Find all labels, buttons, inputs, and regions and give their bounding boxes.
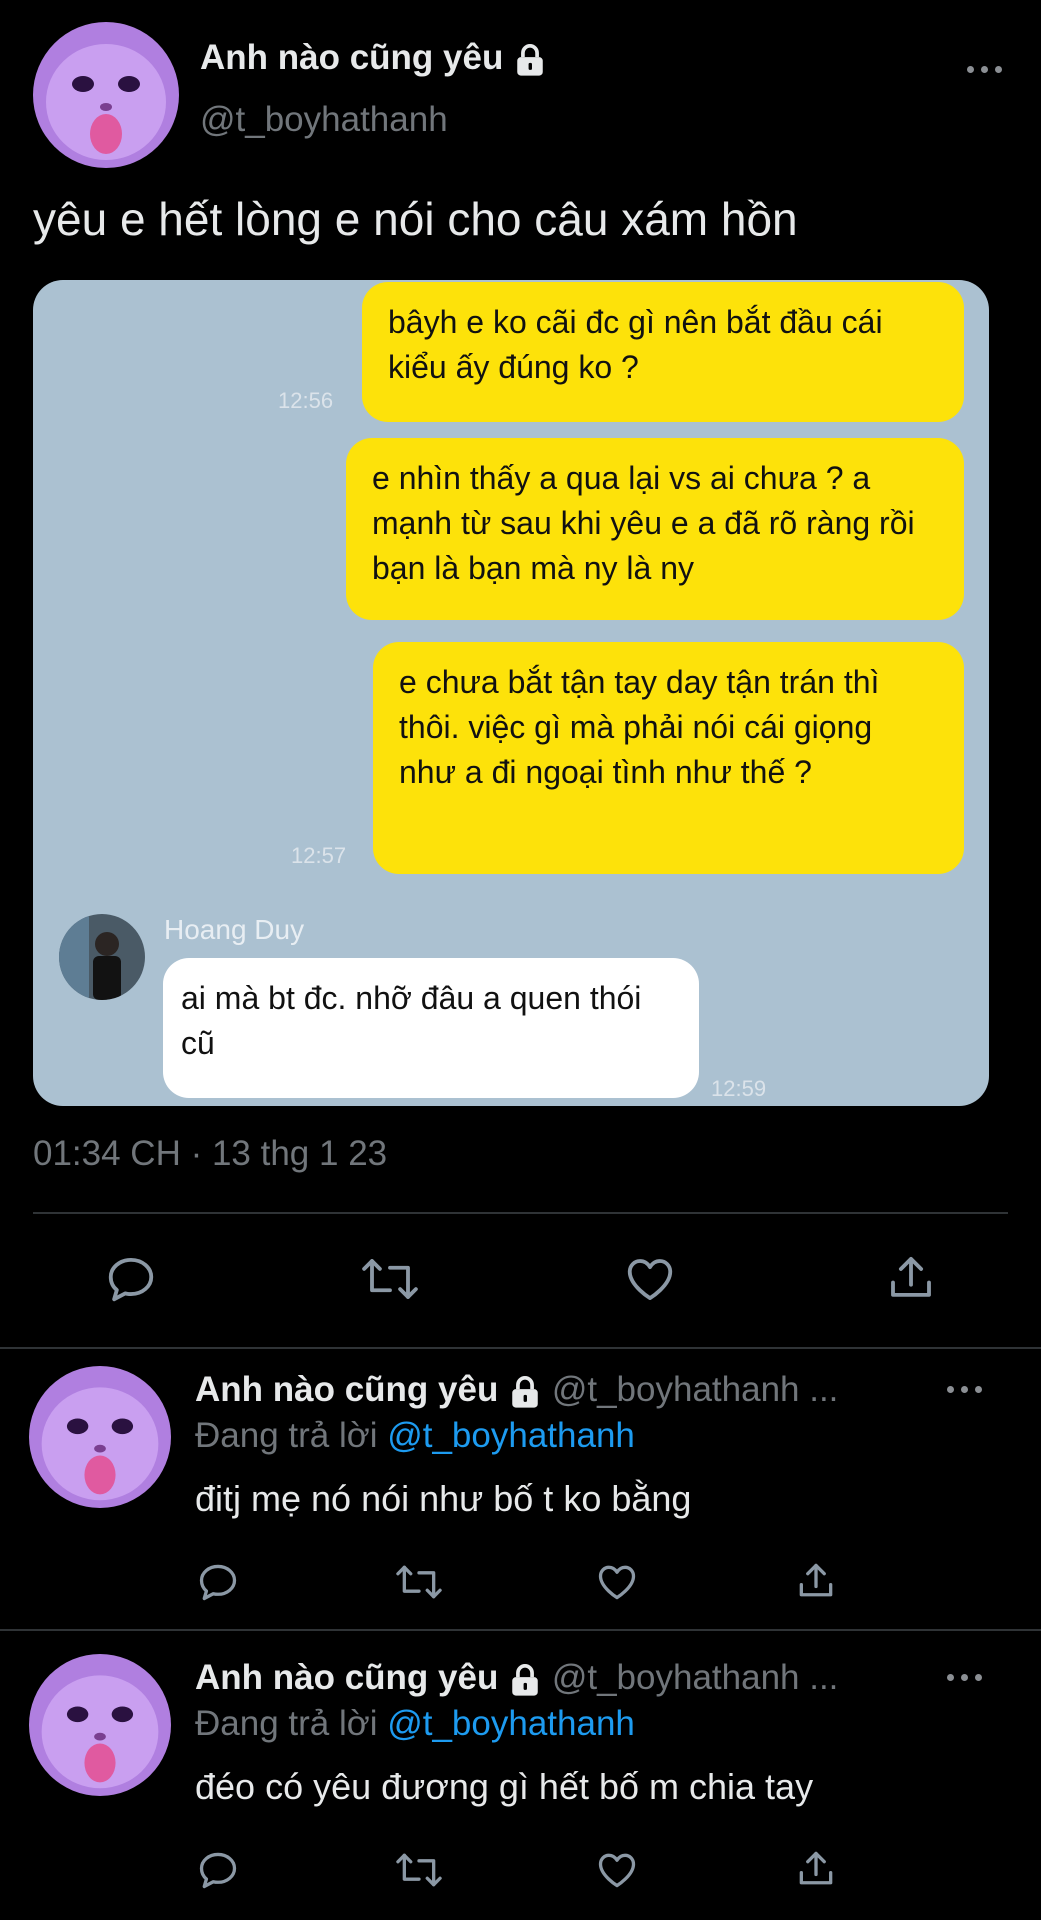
reply-display-name: Anh nào cũng yêu [195,1370,499,1409]
reply-header: Anh nào cũng yêu @t_boyhathanh ... [195,1658,838,1698]
divider [0,1629,1041,1631]
tweet-text: yêu e hết lòng e nói cho câu xám hồn [33,193,798,245]
reply-avatar[interactable] [29,1366,171,1508]
retweet-icon[interactable] [394,1848,444,1892]
replying-to: Đang trả lời @t_boyhathanh [195,1416,635,1456]
replying-to: Đang trả lời @t_boyhathanh [195,1704,635,1744]
chat-screenshot[interactable]: 12:56 bâyh e ko cãi đc gì nên bắt đầu cá… [33,280,989,1106]
reply-display-name: Anh nào cũng yêu [195,1658,499,1697]
share-icon[interactable] [794,1558,838,1604]
like-icon[interactable] [622,1252,678,1306]
message-time: 12:57 [291,843,347,868]
replying-to-link[interactable]: @t_boyhathanh [387,1704,635,1743]
cat-avatar-image [29,1654,171,1796]
lock-icon [517,43,543,76]
divider [0,1347,1041,1349]
cat-avatar-image [33,22,179,168]
cat-avatar-image [29,1366,171,1508]
more-icon[interactable] [947,1386,982,1393]
contact-avatar [59,914,145,1000]
replying-label: Đang trả lời [195,1416,378,1455]
reply-icon[interactable] [104,1252,158,1306]
outgoing-message: e chưa bắt tận tay day tận trán thì thôi… [373,642,964,874]
more-icon[interactable] [947,1674,982,1681]
tweet-timestamp[interactable]: 01:34 CH · 13 thg 1 23 [33,1134,387,1174]
contact-avatar-image [59,914,145,1000]
reply-icon[interactable] [196,1848,240,1892]
like-icon[interactable] [594,1848,640,1892]
reply-text: đéo có yêu đương gì hết bố m chia tay [195,1766,814,1807]
more-icon[interactable] [967,66,1002,73]
lock-icon [512,1375,538,1408]
share-icon[interactable] [884,1250,938,1306]
reply-header: Anh nào cũng yêu @t_boyhathanh ... [195,1370,838,1410]
author-display-name: Anh nào cũng yêu [200,38,504,77]
incoming-message: ai mà bt đc. nhỡ đâu a quen thói cũ [163,958,699,1098]
retweet-icon[interactable] [394,1560,444,1604]
reply-handle[interactable]: @t_boyhathanh ... [552,1658,839,1697]
outgoing-message: bâyh e ko cãi đc gì nên bắt đầu cái kiểu… [362,282,964,422]
like-icon[interactable] [594,1560,640,1604]
reply-avatar[interactable] [29,1654,171,1796]
divider [33,1212,1008,1214]
lock-icon [512,1663,538,1696]
reply-text: đitj mẹ nó nói như bố t ko bằng [195,1478,692,1519]
message-time: 12:59 [711,1076,767,1101]
contact-name: Hoang Duy [164,914,305,945]
reply-icon[interactable] [196,1560,240,1604]
author-avatar[interactable] [33,22,179,168]
reply-handle[interactable]: @t_boyhathanh ... [552,1370,839,1409]
retweet-icon[interactable] [360,1252,420,1306]
author-name-row: Anh nào cũng yêu [200,38,547,78]
outgoing-message: e nhìn thấy a qua lại vs ai chưa ? a mạn… [346,438,964,620]
message-time: 12:56 [278,388,334,413]
replying-label: Đang trả lời [195,1704,378,1743]
share-icon[interactable] [794,1846,838,1892]
replying-to-link[interactable]: @t_boyhathanh [387,1416,635,1455]
author-handle[interactable]: @t_boyhathanh [200,100,448,140]
